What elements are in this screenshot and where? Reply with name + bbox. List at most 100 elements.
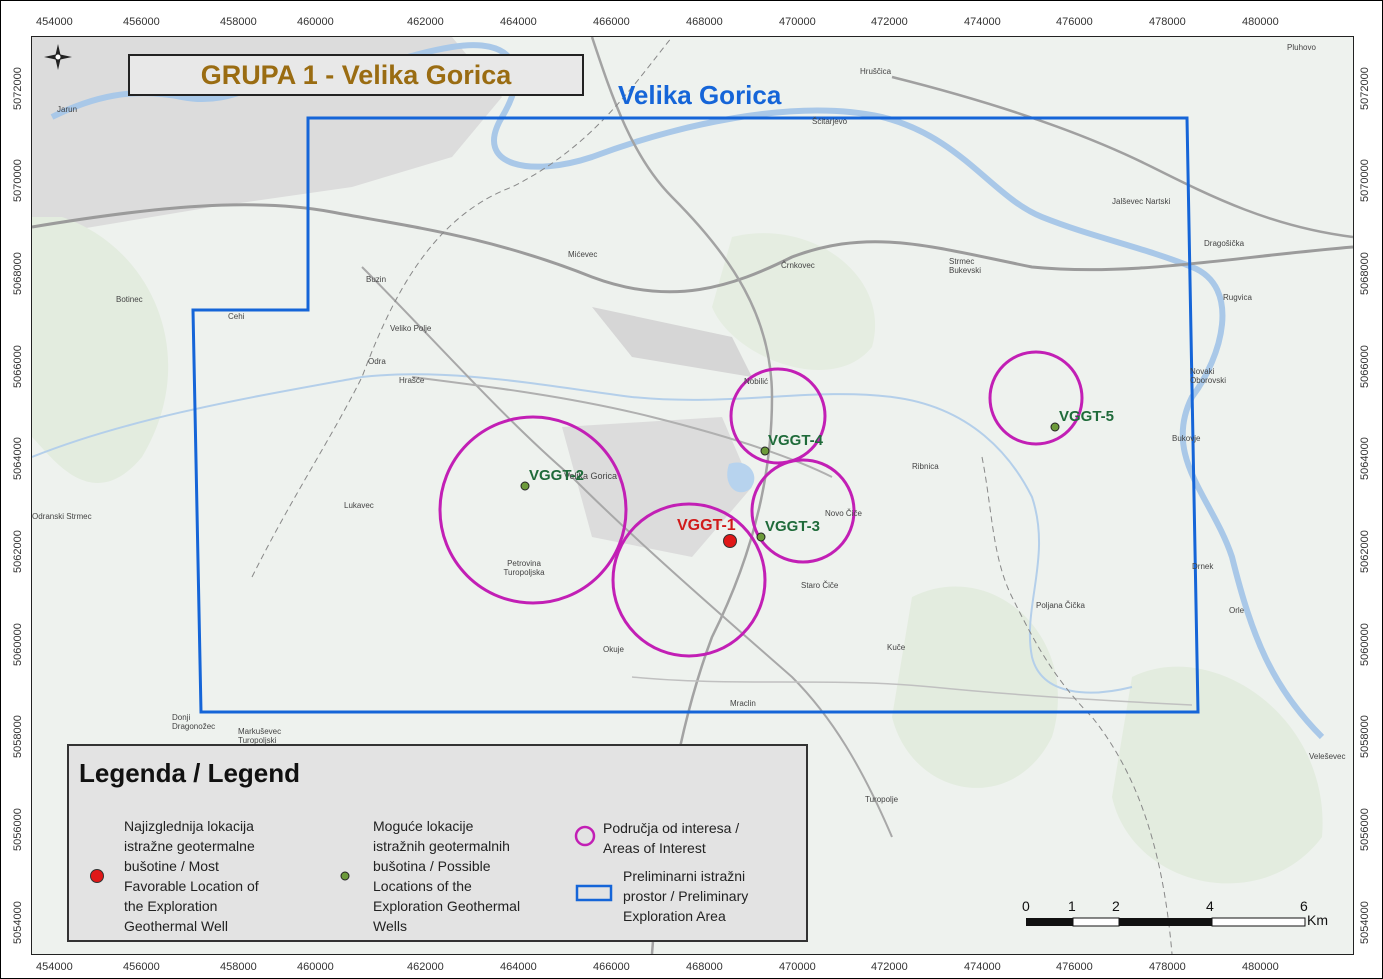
x-tick-top: 468000 [686, 16, 723, 28]
legend-favorable-symbol [90, 869, 104, 883]
legend-favorable-text: Najizglednija lokacija istražne geoterma… [124, 818, 259, 934]
site-label-vggt-3: VGGT-3 [765, 518, 821, 535]
legend-possible-symbol [340, 871, 350, 881]
scale-tick: 1 [1068, 898, 1076, 914]
preliminary-exploration-area[interactable] [191, 116, 1200, 714]
y-tick-left: 5062000 [12, 530, 24, 573]
place-label: Veliko Polje [390, 324, 432, 333]
x-tick-bottom: 468000 [686, 961, 723, 973]
legend-prelim-symbol [575, 884, 613, 902]
x-tick-top: 460000 [297, 16, 334, 28]
place-label: Kuče [887, 643, 906, 652]
y-tick-right: 5068000 [1359, 252, 1371, 295]
legend-aoi-symbol [574, 825, 596, 847]
x-tick-top: 462000 [407, 16, 444, 28]
aoi-circle-vggt-5[interactable] [988, 350, 1084, 446]
site-point-vggt-5[interactable] [1050, 422, 1060, 432]
x-tick-top: 456000 [123, 16, 160, 28]
y-tick-left: 5066000 [12, 345, 24, 388]
x-tick-bottom: 462000 [407, 961, 444, 973]
y-tick-right: 5062000 [1359, 530, 1371, 573]
map-page: 454000 456000 458000 460000 462000 46400… [0, 0, 1383, 979]
place-label: Odranski Strmec [32, 512, 92, 521]
place-label: Rugvica [1223, 293, 1252, 302]
legend-panel: Legenda / Legend Najizglednija lokacija … [67, 744, 808, 942]
scale-unit: Km [1307, 912, 1328, 928]
place-label: Odra [368, 357, 386, 366]
x-tick-top: 474000 [964, 16, 1001, 28]
y-tick-right: 5056000 [1359, 808, 1371, 851]
place-label: Hrašće [399, 376, 425, 385]
green-area [32, 217, 169, 483]
place-label: Buzin [366, 275, 387, 284]
y-tick-left: 5060000 [12, 623, 24, 666]
y-tick-right: 5066000 [1359, 345, 1371, 388]
x-tick-top: 458000 [220, 16, 257, 28]
scale-tick: 4 [1206, 898, 1214, 914]
place-label: Markuševec Turopoljski [238, 727, 282, 745]
place-label: Novo Čiče [825, 509, 862, 518]
place-label: Mraclin [730, 699, 756, 708]
site-point-vggt-3[interactable] [756, 532, 766, 542]
place-label: Drnek [1192, 562, 1214, 571]
scale-bar: 0 1 2 4 6 Km [1020, 898, 1340, 938]
x-tick-bottom: 476000 [1056, 961, 1093, 973]
y-tick-right: 5054000 [1359, 901, 1371, 944]
place-label: Petrovina Turopoljska [503, 559, 545, 577]
green-area [892, 586, 1058, 788]
scale-tick: 0 [1022, 898, 1030, 914]
legend-title: Legenda / Legend [79, 758, 301, 788]
y-tick-left: 5070000 [12, 159, 24, 202]
y-tick-left: 5068000 [12, 252, 24, 295]
site-label-vggt-1: VGGT-1 [677, 517, 736, 534]
x-tick-top: 464000 [500, 16, 537, 28]
x-tick-bottom: 472000 [871, 961, 908, 973]
x-tick-bottom: 464000 [500, 961, 537, 973]
y-tick-left: 5072000 [12, 67, 24, 110]
scale-tick: 2 [1112, 898, 1120, 914]
y-tick-right: 5072000 [1359, 67, 1371, 110]
site-label-vggt-2: VGGT-2 [529, 467, 585, 484]
x-tick-top: 466000 [593, 16, 630, 28]
x-tick-top: 478000 [1149, 16, 1186, 28]
site-point-vggt-1[interactable] [723, 534, 737, 548]
x-tick-top: 472000 [871, 16, 908, 28]
place-label: Staro Čiče [801, 581, 839, 590]
place-label: Jarun [57, 105, 78, 114]
site-label-vggt-5: VGGT-5 [1059, 408, 1115, 425]
place-label: Turopolje [865, 795, 899, 804]
y-tick-left: 5054000 [12, 901, 24, 944]
legend-aoi-text: Područja od interesa / Areas of Interest [603, 820, 740, 856]
x-tick-bottom: 456000 [123, 961, 160, 973]
x-tick-top: 480000 [1242, 16, 1279, 28]
x-tick-top: 476000 [1056, 16, 1093, 28]
place-label: Dragošička [1204, 239, 1245, 248]
x-tick-bottom: 478000 [1149, 961, 1186, 973]
place-label: Bukovje [1172, 434, 1201, 443]
place-label: Strmec Bukevski [949, 257, 982, 275]
place-label: Orle [1229, 606, 1245, 615]
y-tick-right: 5058000 [1359, 715, 1371, 758]
site-point-vggt-2[interactable] [520, 481, 530, 491]
place-label: Črnkovec [781, 261, 815, 270]
map-title: GRUPA 1 - Velika Gorica [200, 60, 512, 90]
place-label: Hruščica [860, 67, 892, 76]
legend-possible-text: Moguće lokacije istražnih geotermalnih b… [373, 818, 521, 934]
legend-prelim-text: Preliminarni istražni prostor / Prelimin… [623, 868, 749, 924]
place-label: Nobilić [744, 377, 769, 386]
x-tick-bottom: 466000 [593, 961, 630, 973]
place-label: Okuje [603, 645, 624, 654]
place-label: Veleševec [1309, 752, 1346, 761]
place-label: Donji Dragonožec [172, 713, 216, 731]
y-tick-left: 5058000 [12, 715, 24, 758]
y-tick-left: 5064000 [12, 437, 24, 480]
place-label: Mićevec [568, 250, 598, 259]
y-tick-right: 5060000 [1359, 623, 1371, 666]
x-tick-bottom: 470000 [779, 961, 816, 973]
x-tick-top: 470000 [779, 16, 816, 28]
place-label: Ribnica [912, 462, 939, 471]
x-tick-bottom: 480000 [1242, 961, 1279, 973]
place-label: Jalševec Nartski [1112, 197, 1171, 206]
north-arrow-icon [40, 42, 76, 72]
x-tick-bottom: 474000 [964, 961, 1001, 973]
